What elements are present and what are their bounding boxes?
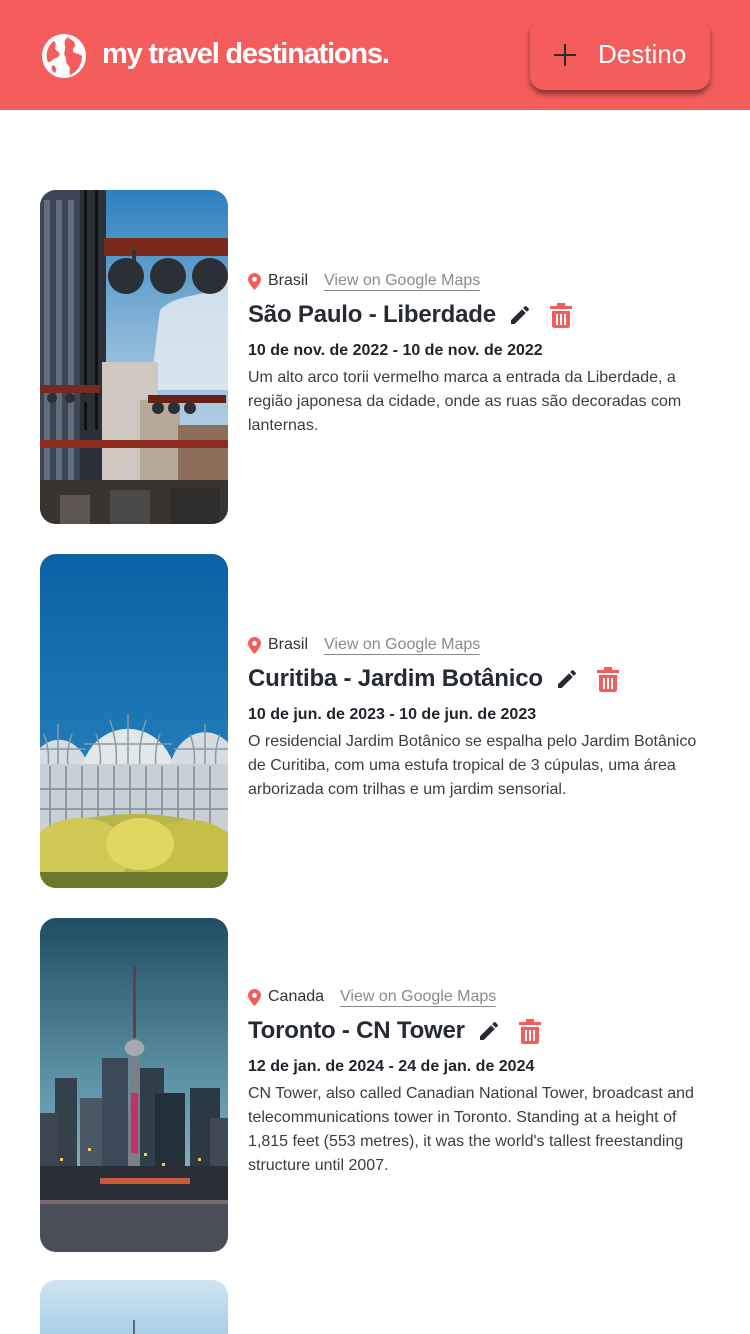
destination-info: Brasil View on Google Maps São Paulo - L… (248, 270, 718, 438)
destination-photo (40, 190, 228, 524)
destination-description: Um alto arco torii vermelho marca a entr… (248, 369, 682, 434)
plus-icon (554, 44, 576, 66)
destination-card (40, 1280, 720, 1334)
globe-icon (42, 34, 86, 78)
google-maps-link[interactable]: View on Google Maps (324, 271, 481, 291)
map-pin-icon (248, 636, 261, 654)
location-row: Brasil View on Google Maps (248, 270, 718, 292)
destination-title: São Paulo - Liberdade (248, 301, 496, 328)
pencil-icon[interactable] (555, 667, 579, 691)
add-destination-button[interactable]: Destino (530, 20, 710, 90)
title-row: Toronto - CN Tower (248, 1014, 718, 1048)
destination-photo (40, 1280, 228, 1334)
destination-description: CN Tower, also called Canadian National … (248, 1085, 694, 1174)
date-range: 12 de jan. de 2024 - 24 de jan. de 2024 (248, 1058, 535, 1075)
destination-card: Brasil View on Google Maps São Paulo - L… (40, 190, 720, 524)
google-maps-link[interactable]: View on Google Maps (324, 635, 481, 655)
title-row: Curitiba - Jardim Botânico (248, 662, 718, 696)
destination-info: Brasil View on Google Maps Curitiba - Ja… (248, 634, 718, 802)
pencil-icon[interactable] (508, 303, 532, 327)
destination-title: Curitiba - Jardim Botânico (248, 665, 543, 692)
title-row: São Paulo - Liberdade (248, 298, 718, 332)
map-pin-icon (248, 988, 261, 1006)
date-range: 10 de jun. de 2023 - 10 de jun. de 2023 (248, 706, 537, 723)
country-label: Brasil (268, 272, 309, 289)
destination-card: Brasil View on Google Maps Curitiba - Ja… (40, 554, 720, 888)
destination-title: Toronto - CN Tower (248, 1017, 465, 1044)
country-label: Brasil (268, 636, 309, 653)
trash-icon[interactable] (549, 302, 572, 328)
destination-photo (40, 918, 228, 1252)
google-maps-link[interactable]: View on Google Maps (340, 987, 497, 1007)
app-header: my travel destinations. Destino (0, 0, 750, 110)
destination-photo (40, 554, 228, 888)
location-row: Brasil View on Google Maps (248, 634, 718, 656)
trash-icon[interactable] (518, 1018, 541, 1044)
app-title: my travel destinations. (102, 38, 390, 70)
destination-card: Canada View on Google Maps Toronto - CN … (40, 918, 720, 1252)
destination-info: Canada View on Google Maps Toronto - CN … (248, 986, 718, 1178)
map-pin-icon (248, 272, 261, 290)
pencil-icon[interactable] (477, 1019, 501, 1043)
country-label: Canada (268, 988, 325, 1005)
destination-description: O residencial Jardim Botânico se espalha… (248, 733, 697, 798)
trash-icon[interactable] (596, 666, 619, 692)
add-button-label: Destino (598, 39, 687, 69)
location-row: Canada View on Google Maps (248, 986, 718, 1008)
date-range: 10 de nov. de 2022 - 10 de nov. de 2022 (248, 342, 543, 359)
